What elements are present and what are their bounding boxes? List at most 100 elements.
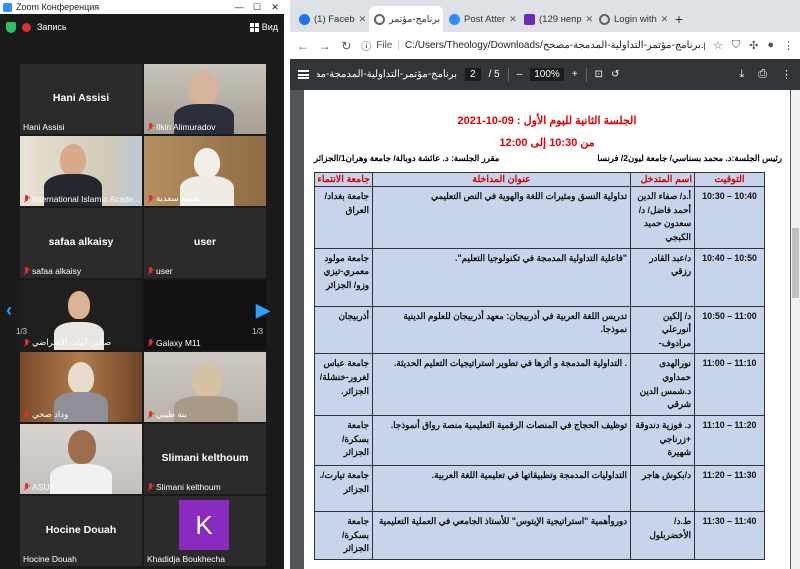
close-tab-icon[interactable]: ✕ (509, 14, 517, 25)
participant-tile-speaking[interactable]: نعيمة سعدية (144, 136, 266, 206)
tab-pdf-program[interactable]: برنامج-مؤتمر ✕ (369, 6, 443, 32)
header-title: عنوان المداخلة (372, 172, 631, 187)
participant-tile[interactable]: user user (144, 208, 266, 278)
info-icon: ⓘ (361, 42, 372, 53)
pdf-toolbar: برنامج-مؤتمر-التداولية-المدمجة-مصحح 2 / … (290, 59, 800, 90)
cell-speaker: ط.د/الأخضربلول (630, 510, 695, 560)
header-speaker: اسم المتدخل (630, 172, 695, 187)
participant-tile[interactable]: Galaxy M11 (144, 280, 266, 350)
pdf-viewer[interactable]: الجلسة الثانية لليوم الأول : 09-10-2021 … (290, 90, 800, 569)
print-icon[interactable]: ⎙ (758, 68, 767, 81)
cell-time: 10:40 – 10:50 (694, 247, 765, 307)
tab-mail[interactable]: (129 непр ✕ (519, 6, 593, 32)
cell-affiliation: جامعة بسكرة/ الجزائر (314, 510, 373, 560)
record-label[interactable]: Запись (37, 22, 67, 32)
security-shield-icon[interactable] (6, 21, 16, 33)
participant-name-label: وداد صحي (23, 409, 68, 420)
menu-icon[interactable] (298, 70, 309, 79)
zoom-titlebar: Zoom Конференция — ☐ ✕ (0, 0, 284, 14)
download-icon[interactable]: ⤓ (739, 68, 744, 81)
participant-tile[interactable]: Hocine Douah Hocine Douah (20, 496, 142, 566)
participant-tile[interactable]: Hani Assisi Hani Assisi (20, 64, 142, 134)
next-page-button[interactable]: ▶ (256, 300, 270, 321)
participant-tile[interactable]: بنة طيبي (144, 352, 266, 422)
cell-time: 10:50 – 11:00 (694, 305, 765, 355)
participant-tile[interactable]: International Islamic Acade... (20, 136, 142, 206)
muted-mic-icon (147, 267, 154, 275)
prev-page-button[interactable]: ‹ (6, 300, 12, 321)
reload-icon[interactable]: ↻ (340, 39, 354, 53)
participant-name-label: ASUS (23, 482, 55, 492)
mail-icon (524, 13, 535, 25)
participant-display-name: Hani Assisi (52, 92, 110, 104)
tab-facebook[interactable]: (1) Faceb ✕ (294, 6, 368, 32)
star-icon[interactable]: ☆ (713, 39, 723, 52)
close-tab-icon[interactable]: ✕ (359, 14, 367, 25)
table-row: 11:20 – 11:30 د/بكوش هاجر التداوليات الم… (314, 464, 765, 512)
forward-icon[interactable]: → (318, 39, 332, 53)
tab-label: Login with (614, 13, 657, 25)
table-row: 10:50 – 11:00 د/ إلكين أنورعلي مرادوف- ت… (314, 305, 765, 355)
cell-title: "فاعلية التداولية المدمجة في تكنولوجيا ا… (372, 247, 631, 307)
cell-speaker: د/ إلكين أنورعلي مرادوف- (630, 305, 695, 355)
muted-mic-icon (147, 339, 154, 347)
pdf-filename: برنامج-مؤتمر-التداولية-المدمجة-مصحح (317, 69, 457, 80)
participant-tile[interactable]: K Khadidja Boukhecha (144, 496, 266, 566)
cell-speaker: أ.د/ صفاء الدين أحمد فاضل/ د/ سعدون حميد… (630, 186, 695, 249)
participant-name-label: user (147, 266, 173, 276)
zoom-input[interactable]: 100% (530, 68, 564, 81)
session-title: الجلسة الثانية لليوم الأول : 09-10-2021 (457, 115, 637, 127)
cell-affiliation: أذربيجان (314, 305, 373, 355)
participant-tile[interactable]: وداد صحي (20, 352, 142, 422)
session-time: من 10:30 إلى 12:00 (499, 137, 595, 149)
tab-label: برنامج-مؤتمر (389, 13, 441, 25)
fit-page-icon[interactable]: ⊡ (595, 69, 603, 80)
page-number-input[interactable]: 2 (465, 68, 481, 81)
zoom-out-button[interactable]: – (517, 69, 523, 80)
view-button[interactable]: Вид (249, 22, 278, 32)
participant-tile[interactable]: Ilkin Alimuradov (144, 64, 266, 134)
participant-tile[interactable]: safaa alkaisy safaa alkaisy (20, 208, 142, 278)
table-row: 11:30 – 11:40 ط.د/الأخضربلول دوروأهمية "… (314, 510, 765, 560)
shield-icon[interactable]: ⛉ (732, 39, 740, 52)
muted-mic-icon (23, 483, 30, 491)
zoom-toolbar: Запись Вид (0, 14, 284, 40)
participant-tile[interactable]: صالين أبيات الافتراضي (20, 280, 142, 350)
profile-icon[interactable]: ● (767, 39, 774, 52)
browser-window: (1) Faceb ✕ برنامج-مؤتمر ✕ Post Atter ✕ … (290, 0, 800, 569)
tab-login[interactable]: Login with ✕ (594, 6, 668, 32)
participant-name-label: نعيمة سعدية (147, 193, 199, 204)
participant-name-label: Hani Assisi (23, 122, 65, 132)
page-indicator-right: 1/3 (252, 327, 264, 336)
tab-label: Post Atter (464, 13, 506, 25)
close-icon[interactable]: ✕ (266, 2, 284, 13)
zoom-in-button[interactable]: + (572, 69, 578, 80)
menu-icon[interactable]: ⋮ (783, 39, 794, 52)
participant-tile[interactable]: Slimani kelthoum Slimani kelthoum (144, 424, 266, 494)
cell-time: 11:20 – 11:30 (694, 464, 765, 512)
muted-mic-icon (147, 483, 154, 491)
muted-mic-icon (23, 410, 30, 419)
scrollbar[interactable] (791, 90, 800, 569)
minimize-icon[interactable]: — (230, 2, 248, 13)
maximize-icon[interactable]: ☐ (248, 2, 266, 13)
rotate-icon[interactable]: ↺ (611, 69, 619, 80)
tab-post-attendee[interactable]: Post Atter ✕ (444, 6, 518, 32)
pdf-page: الجلسة الثانية لليوم الأول : 09-10-2021 … (304, 90, 790, 569)
scrollbar-thumb[interactable] (792, 228, 799, 298)
participant-name-label: International Islamic Acade... (23, 194, 141, 204)
new-tab-button[interactable]: + (669, 6, 689, 32)
close-tab-icon[interactable]: ✕ (661, 14, 668, 25)
toolbar-divider (585, 67, 587, 82)
extensions-icon[interactable]: ✣ (749, 39, 758, 52)
muted-mic-icon (23, 267, 30, 275)
more-icon[interactable]: ⋮ (781, 68, 792, 81)
participant-name-label: Hocine Douah (23, 554, 77, 564)
url-field[interactable]: ⓘ File | C:/Users/Theology/Downloads/برن… (361, 38, 705, 53)
close-tab-icon[interactable]: ✕ (586, 14, 593, 25)
muted-mic-icon (23, 338, 30, 347)
back-icon[interactable]: ← (296, 39, 310, 53)
participant-name-label: Khadidja Boukhecha (147, 554, 225, 564)
participant-tile[interactable]: ASUS (20, 424, 142, 494)
record-icon (22, 22, 31, 32)
